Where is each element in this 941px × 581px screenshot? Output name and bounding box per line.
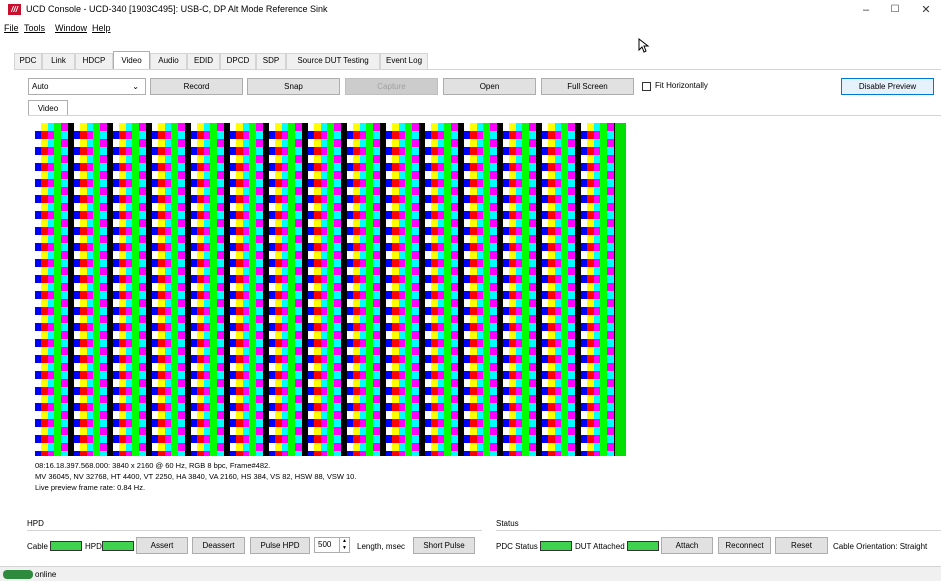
dut-attached-led-indicator: [627, 541, 659, 551]
hpd-led-indicator: [102, 541, 134, 551]
fit-horizontally-checkbox[interactable]: [642, 82, 651, 91]
pulse-length-value: 500: [318, 540, 332, 549]
mode-select[interactable]: Auto ⌄: [28, 78, 146, 95]
fit-horizontally-label: Fit Horizontally: [655, 81, 708, 90]
full-screen-button[interactable]: Full Screen: [541, 78, 634, 95]
video-test-pattern: [35, 123, 626, 456]
deassert-button[interactable]: Deassert: [192, 537, 245, 554]
tab-sdp[interactable]: SDP: [256, 53, 286, 69]
video-preview: [35, 123, 626, 456]
tab-event-log[interactable]: Event Log: [380, 53, 428, 69]
hpd-label: HPD: [85, 542, 102, 551]
status-bar: online: [0, 566, 941, 581]
dut-attached-label: DUT Attached: [575, 542, 625, 551]
tab-edid[interactable]: EDID: [187, 53, 220, 69]
disable-preview-button[interactable]: Disable Preview: [841, 78, 934, 95]
title-bar: /// UCD Console - UCD-340 [1903C495]: US…: [0, 0, 941, 20]
pulse-hpd-button[interactable]: Pulse HPD: [250, 537, 310, 554]
hpd-group-label: HPD: [27, 519, 44, 528]
window-title: UCD Console - UCD-340 [1903C495]: USB-C,…: [26, 4, 328, 14]
cable-label: Cable: [27, 542, 48, 551]
tab-link[interactable]: Link: [42, 53, 75, 69]
tab-hdcp[interactable]: HDCP: [75, 53, 113, 69]
minimize-button[interactable]: –: [851, 2, 881, 18]
short-pulse-button[interactable]: Short Pulse: [413, 537, 475, 554]
cable-orientation-label: Cable Orientation: Straight: [833, 542, 928, 551]
menu-help[interactable]: Help: [92, 23, 111, 33]
length-msec-label: Length, msec: [357, 542, 406, 551]
subtab-video[interactable]: Video: [28, 100, 68, 116]
chevron-down-icon: ⌄: [132, 82, 139, 91]
menu-window[interactable]: Window: [55, 23, 87, 33]
menu-file-label: File: [4, 23, 19, 33]
menu-help-label: Help: [92, 23, 111, 33]
tab-source-dut-testing[interactable]: Source DUT Testing: [286, 53, 380, 69]
hpd-group-divider: [27, 530, 482, 531]
snap-button[interactable]: Snap: [247, 78, 340, 95]
video-info-line-2: MV 36045, NV 32768, HT 4400, VT 2250, HA…: [35, 472, 357, 481]
tab-video[interactable]: Video: [113, 51, 150, 69]
attach-button[interactable]: Attach: [661, 537, 713, 554]
mouse-cursor-icon: [638, 38, 650, 53]
app-logo-icon: ///: [8, 4, 21, 15]
tab-audio[interactable]: Audio: [150, 53, 187, 69]
close-button[interactable]: ✕: [911, 2, 941, 18]
menu-tools[interactable]: Tools: [24, 23, 45, 33]
record-button[interactable]: Record: [150, 78, 243, 95]
menu-window-label: Window: [55, 23, 88, 33]
pdc-status-label: PDC Status: [496, 542, 538, 551]
menu-file[interactable]: File: [4, 23, 19, 33]
stepper-arrows-icon[interactable]: ▲ ▼: [339, 538, 349, 552]
pulse-length-stepper[interactable]: 500 ▲ ▼: [314, 537, 350, 553]
status-group-divider: [496, 530, 941, 531]
mode-select-value: Auto: [32, 82, 49, 91]
cable-led-indicator: [50, 541, 82, 551]
menu-bar: File Tools Window Help: [0, 20, 941, 36]
tab-panel-border: [14, 69, 941, 70]
maximize-button[interactable]: ☐: [880, 2, 910, 18]
tab-dpcd[interactable]: DPCD: [220, 53, 256, 69]
reconnect-button[interactable]: Reconnect: [718, 537, 771, 554]
video-info-line-1: 08:16.18.397.568.000: 3840 x 2160 @ 60 H…: [35, 461, 271, 470]
assert-button[interactable]: Assert: [136, 537, 188, 554]
menu-tools-label: Tools: [24, 23, 46, 33]
open-button[interactable]: Open: [443, 78, 536, 95]
online-indicator-icon: [3, 570, 33, 579]
video-info-line-3: Live preview frame rate: 0.84 Hz.: [35, 483, 146, 492]
pdc-status-led-indicator: [540, 541, 572, 551]
reset-button[interactable]: Reset: [775, 537, 828, 554]
connection-status: online: [35, 570, 57, 579]
status-group-label: Status: [496, 519, 519, 528]
tab-pdc[interactable]: PDC: [14, 53, 42, 69]
capture-button[interactable]: Capture: [345, 78, 438, 95]
